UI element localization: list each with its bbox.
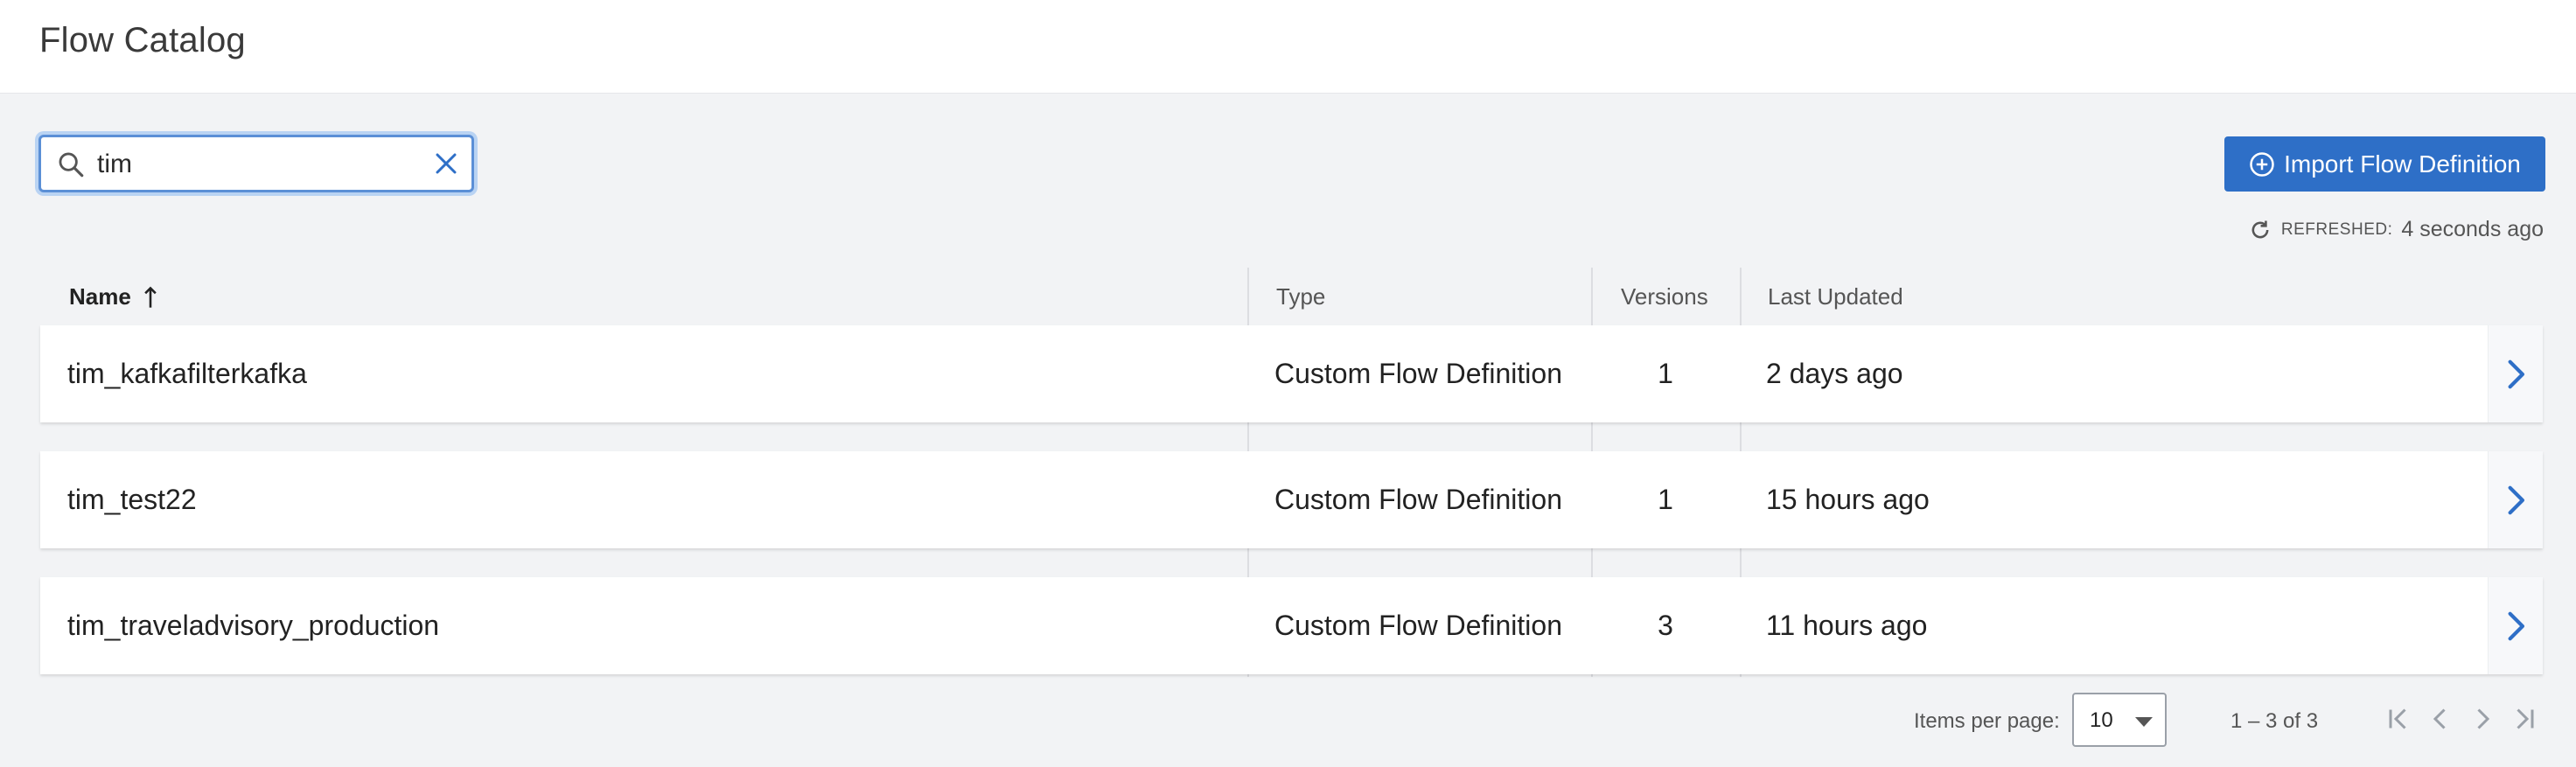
row-type: Custom Flow Definition [1274,484,1562,515]
table-row[interactable]: tim_kafkafilterkafka Custom Flow Definit… [40,325,2543,422]
first-page-icon [2389,708,2406,729]
arrow-up-icon [144,286,157,308]
refreshed-label: REFRESHED: [2280,220,2393,239]
refresh-status: REFRESHED: 4 seconds ago [2248,217,2544,242]
first-page-button[interactable] [2383,703,2414,735]
close-icon[interactable] [433,150,459,177]
row-name[interactable]: tim_traveladvisory_production [67,577,439,674]
row-last-updated: 2 days ago [1766,358,1903,389]
page-header: Flow Catalog [0,0,2576,94]
row-versions: 1 [1658,484,1673,515]
chevron-right-icon [2477,708,2490,729]
flow-table: Name Type Versions Last Updated tim_kafk… [40,268,2543,677]
chevron-right-icon [2508,359,2524,388]
items-per-page-value: 10 [2090,708,2113,732]
row-name[interactable]: tim_test22 [67,451,197,548]
table-header: Name Type Versions Last Updated [40,268,2543,325]
caret-down-icon [2135,717,2153,727]
table-row[interactable]: tim_test22 Custom Flow Definition 1 15 h… [40,451,2543,548]
column-header-name[interactable]: Name [69,283,159,310]
paginator: Items per page: 10 1 – 3 of 3 [0,691,2576,750]
column-header-name-label: Name [69,283,131,310]
page-title: Flow Catalog [39,21,246,59]
chevron-left-icon [2433,708,2446,729]
search-icon [59,152,84,178]
previous-page-button[interactable] [2425,703,2456,735]
last-page-icon [2517,708,2534,729]
last-page-button[interactable] [2509,703,2540,735]
row-type: Custom Flow Definition [1274,358,1562,389]
row-name[interactable]: tim_kafkafilterkafka [67,325,307,422]
chevron-right-icon [2508,611,2524,640]
column-header-versions[interactable]: Versions [1621,283,1708,310]
items-per-page-select[interactable]: 10 [2072,693,2167,747]
import-flow-definition-button[interactable]: Import Flow Definition [2224,136,2545,192]
row-open-button[interactable] [2488,451,2543,548]
search-box[interactable] [38,135,474,192]
plus-circle-icon [2250,151,2274,177]
row-last-updated: 11 hours ago [1766,610,1928,641]
chevron-right-icon [2508,485,2524,514]
row-versions: 1 [1658,358,1673,389]
items-per-page-label: Items per page: [1914,709,2060,733]
column-header-type[interactable]: Type [1276,283,1325,310]
column-header-last-updated[interactable]: Last Updated [1768,283,1903,310]
row-type: Custom Flow Definition [1274,610,1562,641]
page-range: 1 – 3 of 3 [2230,709,2319,733]
next-page-button[interactable] [2467,703,2498,735]
search-input[interactable] [95,143,422,186]
row-versions: 3 [1658,610,1673,641]
row-open-button[interactable] [2488,577,2543,674]
refresh-icon[interactable] [2248,218,2272,242]
table-row[interactable]: tim_traveladvisory_production Custom Flo… [40,577,2543,674]
import-button-label: Import Flow Definition [2284,150,2521,178]
row-last-updated: 15 hours ago [1766,484,1930,515]
row-open-button[interactable] [2488,325,2543,422]
refreshed-value: 4 seconds ago [2401,217,2544,241]
